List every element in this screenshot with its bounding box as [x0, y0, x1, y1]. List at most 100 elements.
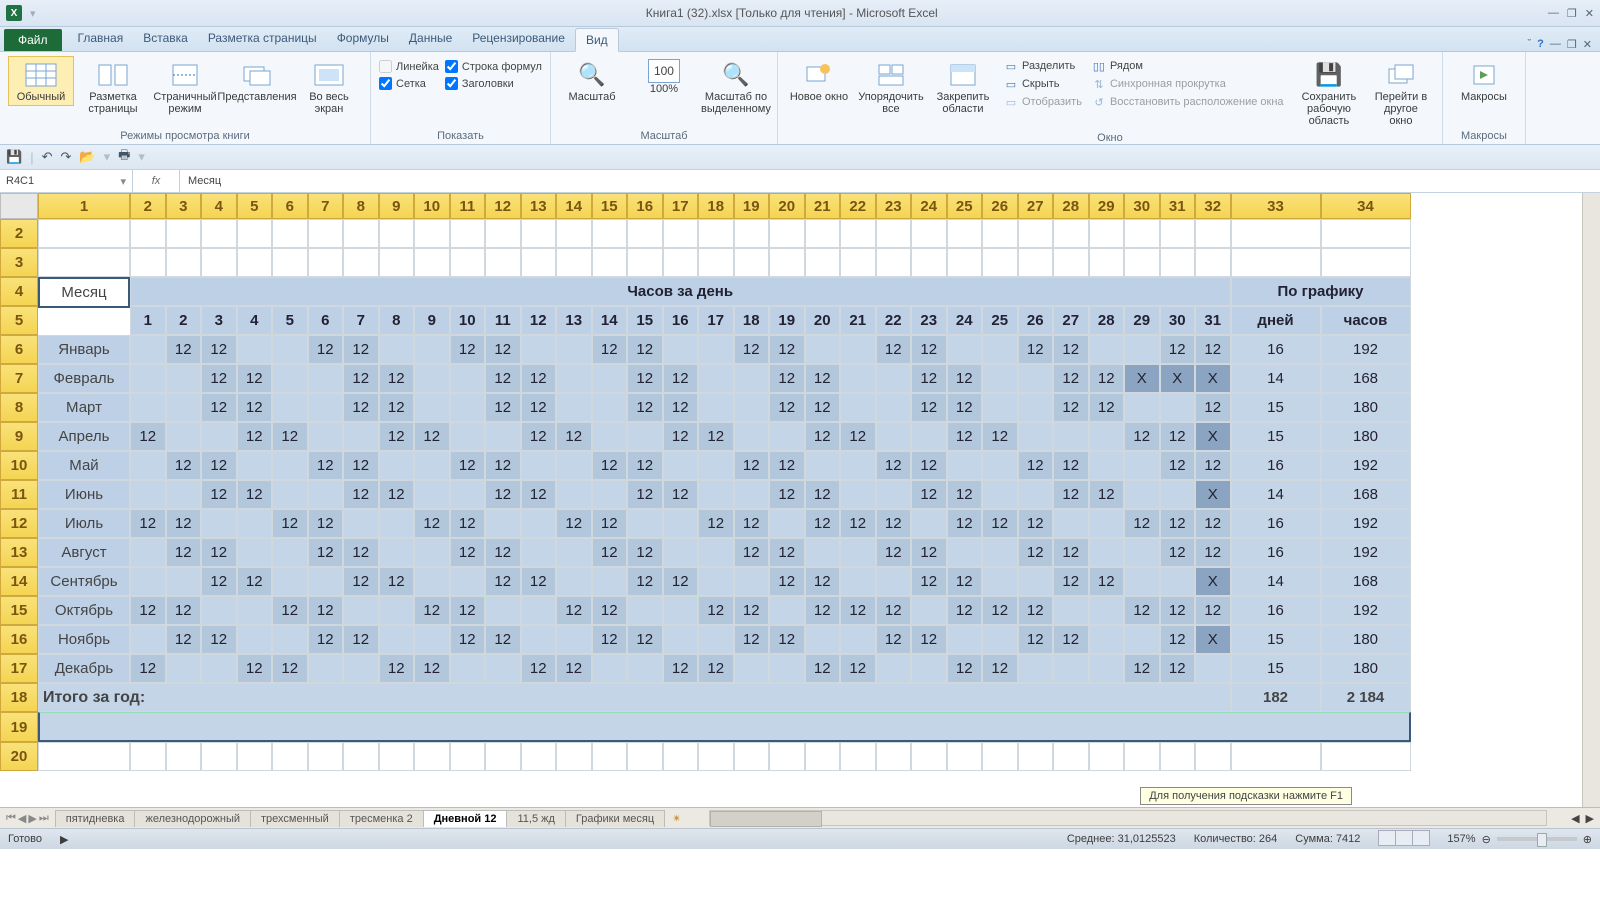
schedule-cell[interactable]: 12	[1018, 596, 1054, 625]
schedule-cell[interactable]: 12	[769, 451, 805, 480]
schedule-cell[interactable]: 12	[343, 538, 379, 567]
schedule-cell[interactable]	[414, 480, 450, 509]
day-number-header[interactable]: 7	[343, 306, 379, 335]
day-number-header[interactable]: 11	[485, 306, 521, 335]
cell[interactable]	[876, 219, 912, 248]
hours-total[interactable]: 168	[1321, 480, 1411, 509]
quick-access-toolbar[interactable]: 💾| ↶↷ 📂▾ 🖶▾	[0, 145, 1600, 170]
schedule-cell[interactable]: 12	[911, 567, 947, 596]
schedule-cell[interactable]: 12	[769, 567, 805, 596]
schedule-cell[interactable]	[1018, 480, 1054, 509]
schedule-cell[interactable]: 12	[1195, 393, 1231, 422]
schedule-cell[interactable]	[840, 451, 876, 480]
day-number-header[interactable]: 3	[201, 306, 237, 335]
column-header[interactable]: 11	[450, 193, 486, 219]
schedule-cell[interactable]: X	[1124, 364, 1160, 393]
cell[interactable]	[521, 248, 557, 277]
schedule-cell[interactable]: 12	[911, 538, 947, 567]
schedule-cell[interactable]: 12	[1195, 538, 1231, 567]
schedule-cell[interactable]: 12	[1195, 335, 1231, 364]
schedule-cell[interactable]	[663, 451, 699, 480]
schedule-cell[interactable]: 12	[379, 654, 415, 683]
schedule-cell[interactable]	[1124, 567, 1160, 596]
schedule-cell[interactable]: 12	[237, 393, 273, 422]
cell[interactable]	[698, 248, 734, 277]
cell[interactable]	[485, 742, 521, 771]
schedule-cell[interactable]: 12	[414, 654, 450, 683]
schedule-cell[interactable]	[521, 596, 557, 625]
schedule-cell[interactable]	[485, 654, 521, 683]
schedule-cell[interactable]: 12	[1053, 393, 1089, 422]
schedule-cell[interactable]: 12	[1160, 625, 1196, 654]
column-header[interactable]: 14	[556, 193, 592, 219]
arrange-all-button[interactable]: Упорядочить все	[858, 56, 924, 118]
schedule-cell[interactable]: X	[1195, 480, 1231, 509]
column-header[interactable]: 15	[592, 193, 628, 219]
schedule-cell[interactable]	[556, 567, 592, 596]
schedule-cell[interactable]: 12	[769, 393, 805, 422]
column-header[interactable]: 33	[1231, 193, 1321, 219]
ribbon-tab[interactable]: Главная	[68, 27, 134, 51]
hours-total[interactable]: 192	[1321, 509, 1411, 538]
schedule-cell[interactable]	[734, 393, 770, 422]
schedule-cell[interactable]	[1018, 654, 1054, 683]
record-macro-icon[interactable]: ▶	[60, 833, 68, 846]
ruler-checkbox[interactable]: Линейка	[379, 60, 439, 73]
fullscreen-button[interactable]: Во весь экран	[296, 56, 362, 118]
schedule-cell[interactable]	[379, 509, 415, 538]
schedule-cell[interactable]: 12	[947, 422, 983, 451]
days-total[interactable]: 16	[1231, 451, 1321, 480]
column-header[interactable]: 21	[805, 193, 841, 219]
schedule-cell[interactable]: 12	[343, 480, 379, 509]
cell[interactable]	[982, 219, 1018, 248]
schedule-cell[interactable]	[592, 480, 628, 509]
cell[interactable]	[769, 742, 805, 771]
day-number-header[interactable]: 13	[556, 306, 592, 335]
schedule-cell[interactable]	[1018, 567, 1054, 596]
schedule-cell[interactable]	[769, 422, 805, 451]
schedule-cell[interactable]	[166, 567, 202, 596]
name-box[interactable]: R4C1▾	[0, 170, 133, 192]
schedule-cell[interactable]: 12	[272, 509, 308, 538]
schedule-cell[interactable]: 12	[805, 393, 841, 422]
schedule-cell[interactable]	[663, 625, 699, 654]
schedule-cell[interactable]	[130, 335, 166, 364]
schedule-cell[interactable]: 12	[663, 654, 699, 683]
schedule-cell[interactable]: 12	[485, 567, 521, 596]
schedule-cell[interactable]	[698, 625, 734, 654]
schedule-cell[interactable]: 12	[450, 596, 486, 625]
schedule-cell[interactable]	[1018, 364, 1054, 393]
cell[interactable]	[414, 219, 450, 248]
schedule-cell[interactable]	[237, 509, 273, 538]
normal-view-button[interactable]: Обычный	[8, 56, 74, 106]
cell[interactable]	[379, 742, 415, 771]
cell[interactable]	[1089, 219, 1125, 248]
cell[interactable]	[1321, 742, 1411, 771]
schedule-cell[interactable]: 12	[308, 509, 344, 538]
schedule-cell[interactable]: 12	[698, 654, 734, 683]
hours-total[interactable]: 180	[1321, 393, 1411, 422]
freeze-panes-button[interactable]: Закрепить области	[930, 56, 996, 118]
schedule-cell[interactable]	[308, 654, 344, 683]
cell[interactable]	[166, 219, 202, 248]
month-name[interactable]: Февраль	[38, 364, 130, 393]
schedule-cell[interactable]: 12	[627, 567, 663, 596]
schedule-cell[interactable]: 12	[1160, 509, 1196, 538]
schedule-cell[interactable]	[1018, 422, 1054, 451]
cell[interactable]	[38, 219, 130, 248]
page-layout-button[interactable]: Разметка страницы	[80, 56, 146, 118]
ribbon-tab[interactable]: Вставка	[133, 27, 198, 51]
schedule-cell[interactable]: 12	[734, 451, 770, 480]
schedule-cell[interactable]	[1195, 654, 1231, 683]
schedule-cell[interactable]: 12	[343, 335, 379, 364]
schedule-cell[interactable]: 12	[1089, 567, 1125, 596]
schedule-cell[interactable]	[1053, 422, 1089, 451]
cell[interactable]	[1160, 742, 1196, 771]
cell[interactable]	[343, 248, 379, 277]
schedule-cell[interactable]: 12	[1124, 654, 1160, 683]
schedule-cell[interactable]	[663, 596, 699, 625]
schedule-cell[interactable]	[947, 625, 983, 654]
year-total-days[interactable]: 182	[1231, 683, 1321, 712]
schedule-cell[interactable]: 12	[947, 596, 983, 625]
column-header[interactable]: 18	[698, 193, 734, 219]
